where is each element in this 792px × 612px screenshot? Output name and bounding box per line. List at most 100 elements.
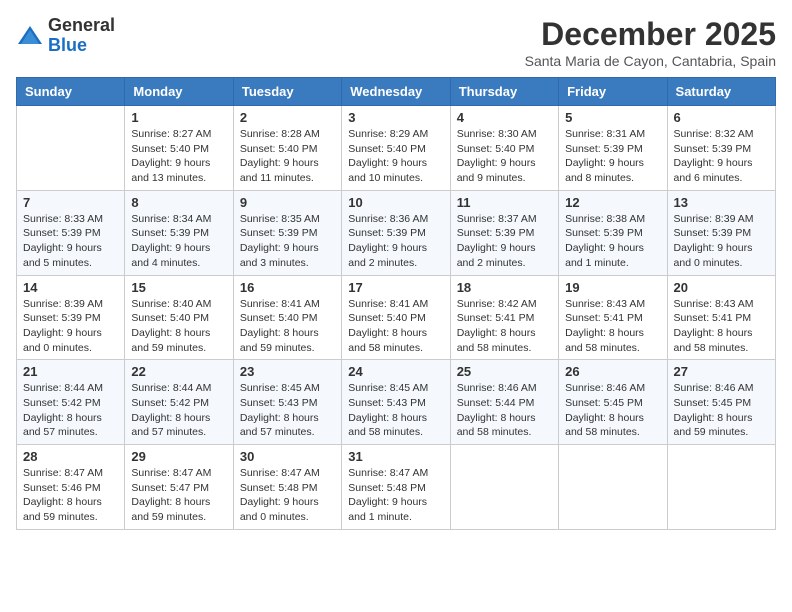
logo-icon (16, 22, 44, 50)
day-cell: 1 Sunrise: 8:27 AM Sunset: 5:40 PM Daylig… (125, 106, 233, 191)
day-cell: 23 Sunrise: 8:45 AM Sunset: 5:43 PM Dayli… (233, 360, 341, 445)
day-info: Sunrise: 8:34 AM Sunset: 5:39 PM Dayligh… (131, 212, 226, 271)
week-row-1: 1 Sunrise: 8:27 AM Sunset: 5:40 PM Daylig… (17, 106, 776, 191)
day-info: Sunrise: 8:44 AM Sunset: 5:42 PM Dayligh… (23, 381, 118, 440)
day-info: Sunrise: 8:47 AM Sunset: 5:46 PM Dayligh… (23, 466, 118, 525)
day-number: 3 (348, 110, 443, 125)
day-cell: 25 Sunrise: 8:46 AM Sunset: 5:44 PM Dayli… (450, 360, 558, 445)
day-cell: 9Sunrise: 8:35 AM Sunset: 5:39 PM Daylig… (233, 190, 341, 275)
header-row: SundayMondayTuesdayWednesdayThursdayFrid… (17, 78, 776, 106)
day-info: Sunrise: 8:43 AM Sunset: 5:41 PM Dayligh… (565, 297, 660, 356)
calendar-body: 1 Sunrise: 8:27 AM Sunset: 5:40 PM Daylig… (17, 106, 776, 530)
week-row-2: 7 Sunrise: 8:33 AM Sunset: 5:39 PM Daylig… (17, 190, 776, 275)
day-cell: 2 Sunrise: 8:28 AM Sunset: 5:40 PM Daylig… (233, 106, 341, 191)
day-cell: 8 Sunrise: 8:34 AM Sunset: 5:39 PM Daylig… (125, 190, 233, 275)
day-number: 26 (565, 364, 660, 379)
day-info: Sunrise: 8:46 AM Sunset: 5:45 PM Dayligh… (674, 381, 769, 440)
day-cell: 6Sunrise: 8:32 AM Sunset: 5:39 PM Daylig… (667, 106, 775, 191)
day-number: 7 (23, 195, 118, 210)
day-cell: 30Sunrise: 8:47 AM Sunset: 5:48 PM Dayli… (233, 445, 341, 530)
logo: General Blue (16, 16, 115, 56)
day-info: Sunrise: 8:46 AM Sunset: 5:44 PM Dayligh… (457, 381, 552, 440)
day-number: 20 (674, 280, 769, 295)
day-number: 12 (565, 195, 660, 210)
calendar-header: SundayMondayTuesdayWednesdayThursdayFrid… (17, 78, 776, 106)
day-info: Sunrise: 8:41 AM Sunset: 5:40 PM Dayligh… (348, 297, 443, 356)
day-cell: 14Sunrise: 8:39 AM Sunset: 5:39 PM Dayli… (17, 275, 125, 360)
day-cell: 26 Sunrise: 8:46 AM Sunset: 5:45 PM Dayli… (559, 360, 667, 445)
day-number: 11 (457, 195, 552, 210)
header-cell-monday: Monday (125, 78, 233, 106)
day-cell: 16Sunrise: 8:41 AM Sunset: 5:40 PM Dayli… (233, 275, 341, 360)
day-cell (17, 106, 125, 191)
day-cell: 18Sunrise: 8:42 AM Sunset: 5:41 PM Dayli… (450, 275, 558, 360)
day-number: 19 (565, 280, 660, 295)
logo-blue: Blue (48, 36, 115, 56)
week-row-5: 28 Sunrise: 8:47 AM Sunset: 5:46 PM Dayli… (17, 445, 776, 530)
day-number: 15 (131, 280, 226, 295)
day-number: 14 (23, 280, 118, 295)
week-row-3: 14Sunrise: 8:39 AM Sunset: 5:39 PM Dayli… (17, 275, 776, 360)
day-cell: 31 Sunrise: 8:47 AM Sunset: 5:48 PM Dayli… (342, 445, 450, 530)
day-info: Sunrise: 8:31 AM Sunset: 5:39 PM Dayligh… (565, 127, 660, 186)
day-info: Sunrise: 8:36 AM Sunset: 5:39 PM Dayligh… (348, 212, 443, 271)
day-info: Sunrise: 8:46 AM Sunset: 5:45 PM Dayligh… (565, 381, 660, 440)
day-number: 30 (240, 449, 335, 464)
day-info: Sunrise: 8:45 AM Sunset: 5:43 PM Dayligh… (348, 381, 443, 440)
day-number: 28 (23, 449, 118, 464)
day-cell: 7 Sunrise: 8:33 AM Sunset: 5:39 PM Daylig… (17, 190, 125, 275)
day-info: Sunrise: 8:27 AM Sunset: 5:40 PM Dayligh… (131, 127, 226, 186)
week-row-4: 21 Sunrise: 8:44 AM Sunset: 5:42 PM Dayli… (17, 360, 776, 445)
day-info: Sunrise: 8:29 AM Sunset: 5:40 PM Dayligh… (348, 127, 443, 186)
location-title: Santa Maria de Cayon, Cantabria, Spain (525, 53, 776, 69)
day-number: 10 (348, 195, 443, 210)
day-number: 17 (348, 280, 443, 295)
day-info: Sunrise: 8:28 AM Sunset: 5:40 PM Dayligh… (240, 127, 335, 186)
day-info: Sunrise: 8:35 AM Sunset: 5:39 PM Dayligh… (240, 212, 335, 271)
day-number: 2 (240, 110, 335, 125)
header-cell-wednesday: Wednesday (342, 78, 450, 106)
day-info: Sunrise: 8:45 AM Sunset: 5:43 PM Dayligh… (240, 381, 335, 440)
day-info: Sunrise: 8:33 AM Sunset: 5:39 PM Dayligh… (23, 212, 118, 271)
day-cell: 5 Sunrise: 8:31 AM Sunset: 5:39 PM Daylig… (559, 106, 667, 191)
day-number: 25 (457, 364, 552, 379)
day-cell: 19 Sunrise: 8:43 AM Sunset: 5:41 PM Dayli… (559, 275, 667, 360)
day-number: 13 (674, 195, 769, 210)
day-cell: 15Sunrise: 8:40 AM Sunset: 5:40 PM Dayli… (125, 275, 233, 360)
day-cell: 28 Sunrise: 8:47 AM Sunset: 5:46 PM Dayli… (17, 445, 125, 530)
page-header: General Blue December 2025 Santa Maria d… (16, 16, 776, 69)
day-number: 5 (565, 110, 660, 125)
day-cell: 17 Sunrise: 8:41 AM Sunset: 5:40 PM Dayli… (342, 275, 450, 360)
day-cell: 20 Sunrise: 8:43 AM Sunset: 5:41 PM Dayli… (667, 275, 775, 360)
day-number: 1 (131, 110, 226, 125)
day-number: 16 (240, 280, 335, 295)
day-info: Sunrise: 8:30 AM Sunset: 5:40 PM Dayligh… (457, 127, 552, 186)
day-info: Sunrise: 8:47 AM Sunset: 5:47 PM Dayligh… (131, 466, 226, 525)
day-info: Sunrise: 8:47 AM Sunset: 5:48 PM Dayligh… (348, 466, 443, 525)
header-cell-friday: Friday (559, 78, 667, 106)
day-number: 21 (23, 364, 118, 379)
day-cell: 29 Sunrise: 8:47 AM Sunset: 5:47 PM Dayli… (125, 445, 233, 530)
day-cell: 4 Sunrise: 8:30 AM Sunset: 5:40 PM Daylig… (450, 106, 558, 191)
day-cell (559, 445, 667, 530)
day-info: Sunrise: 8:32 AM Sunset: 5:39 PM Dayligh… (674, 127, 769, 186)
day-info: Sunrise: 8:39 AM Sunset: 5:39 PM Dayligh… (674, 212, 769, 271)
day-cell: 10 Sunrise: 8:36 AM Sunset: 5:39 PM Dayli… (342, 190, 450, 275)
day-number: 24 (348, 364, 443, 379)
day-number: 22 (131, 364, 226, 379)
header-cell-sunday: Sunday (17, 78, 125, 106)
day-cell (667, 445, 775, 530)
header-cell-tuesday: Tuesday (233, 78, 341, 106)
day-number: 4 (457, 110, 552, 125)
day-number: 23 (240, 364, 335, 379)
day-number: 29 (131, 449, 226, 464)
logo-general: General (48, 16, 115, 36)
title-block: December 2025 Santa Maria de Cayon, Cant… (525, 16, 776, 69)
day-number: 31 (348, 449, 443, 464)
day-info: Sunrise: 8:37 AM Sunset: 5:39 PM Dayligh… (457, 212, 552, 271)
day-cell: 21 Sunrise: 8:44 AM Sunset: 5:42 PM Dayli… (17, 360, 125, 445)
day-info: Sunrise: 8:43 AM Sunset: 5:41 PM Dayligh… (674, 297, 769, 356)
day-info: Sunrise: 8:38 AM Sunset: 5:39 PM Dayligh… (565, 212, 660, 271)
day-cell: 13 Sunrise: 8:39 AM Sunset: 5:39 PM Dayli… (667, 190, 775, 275)
day-number: 8 (131, 195, 226, 210)
